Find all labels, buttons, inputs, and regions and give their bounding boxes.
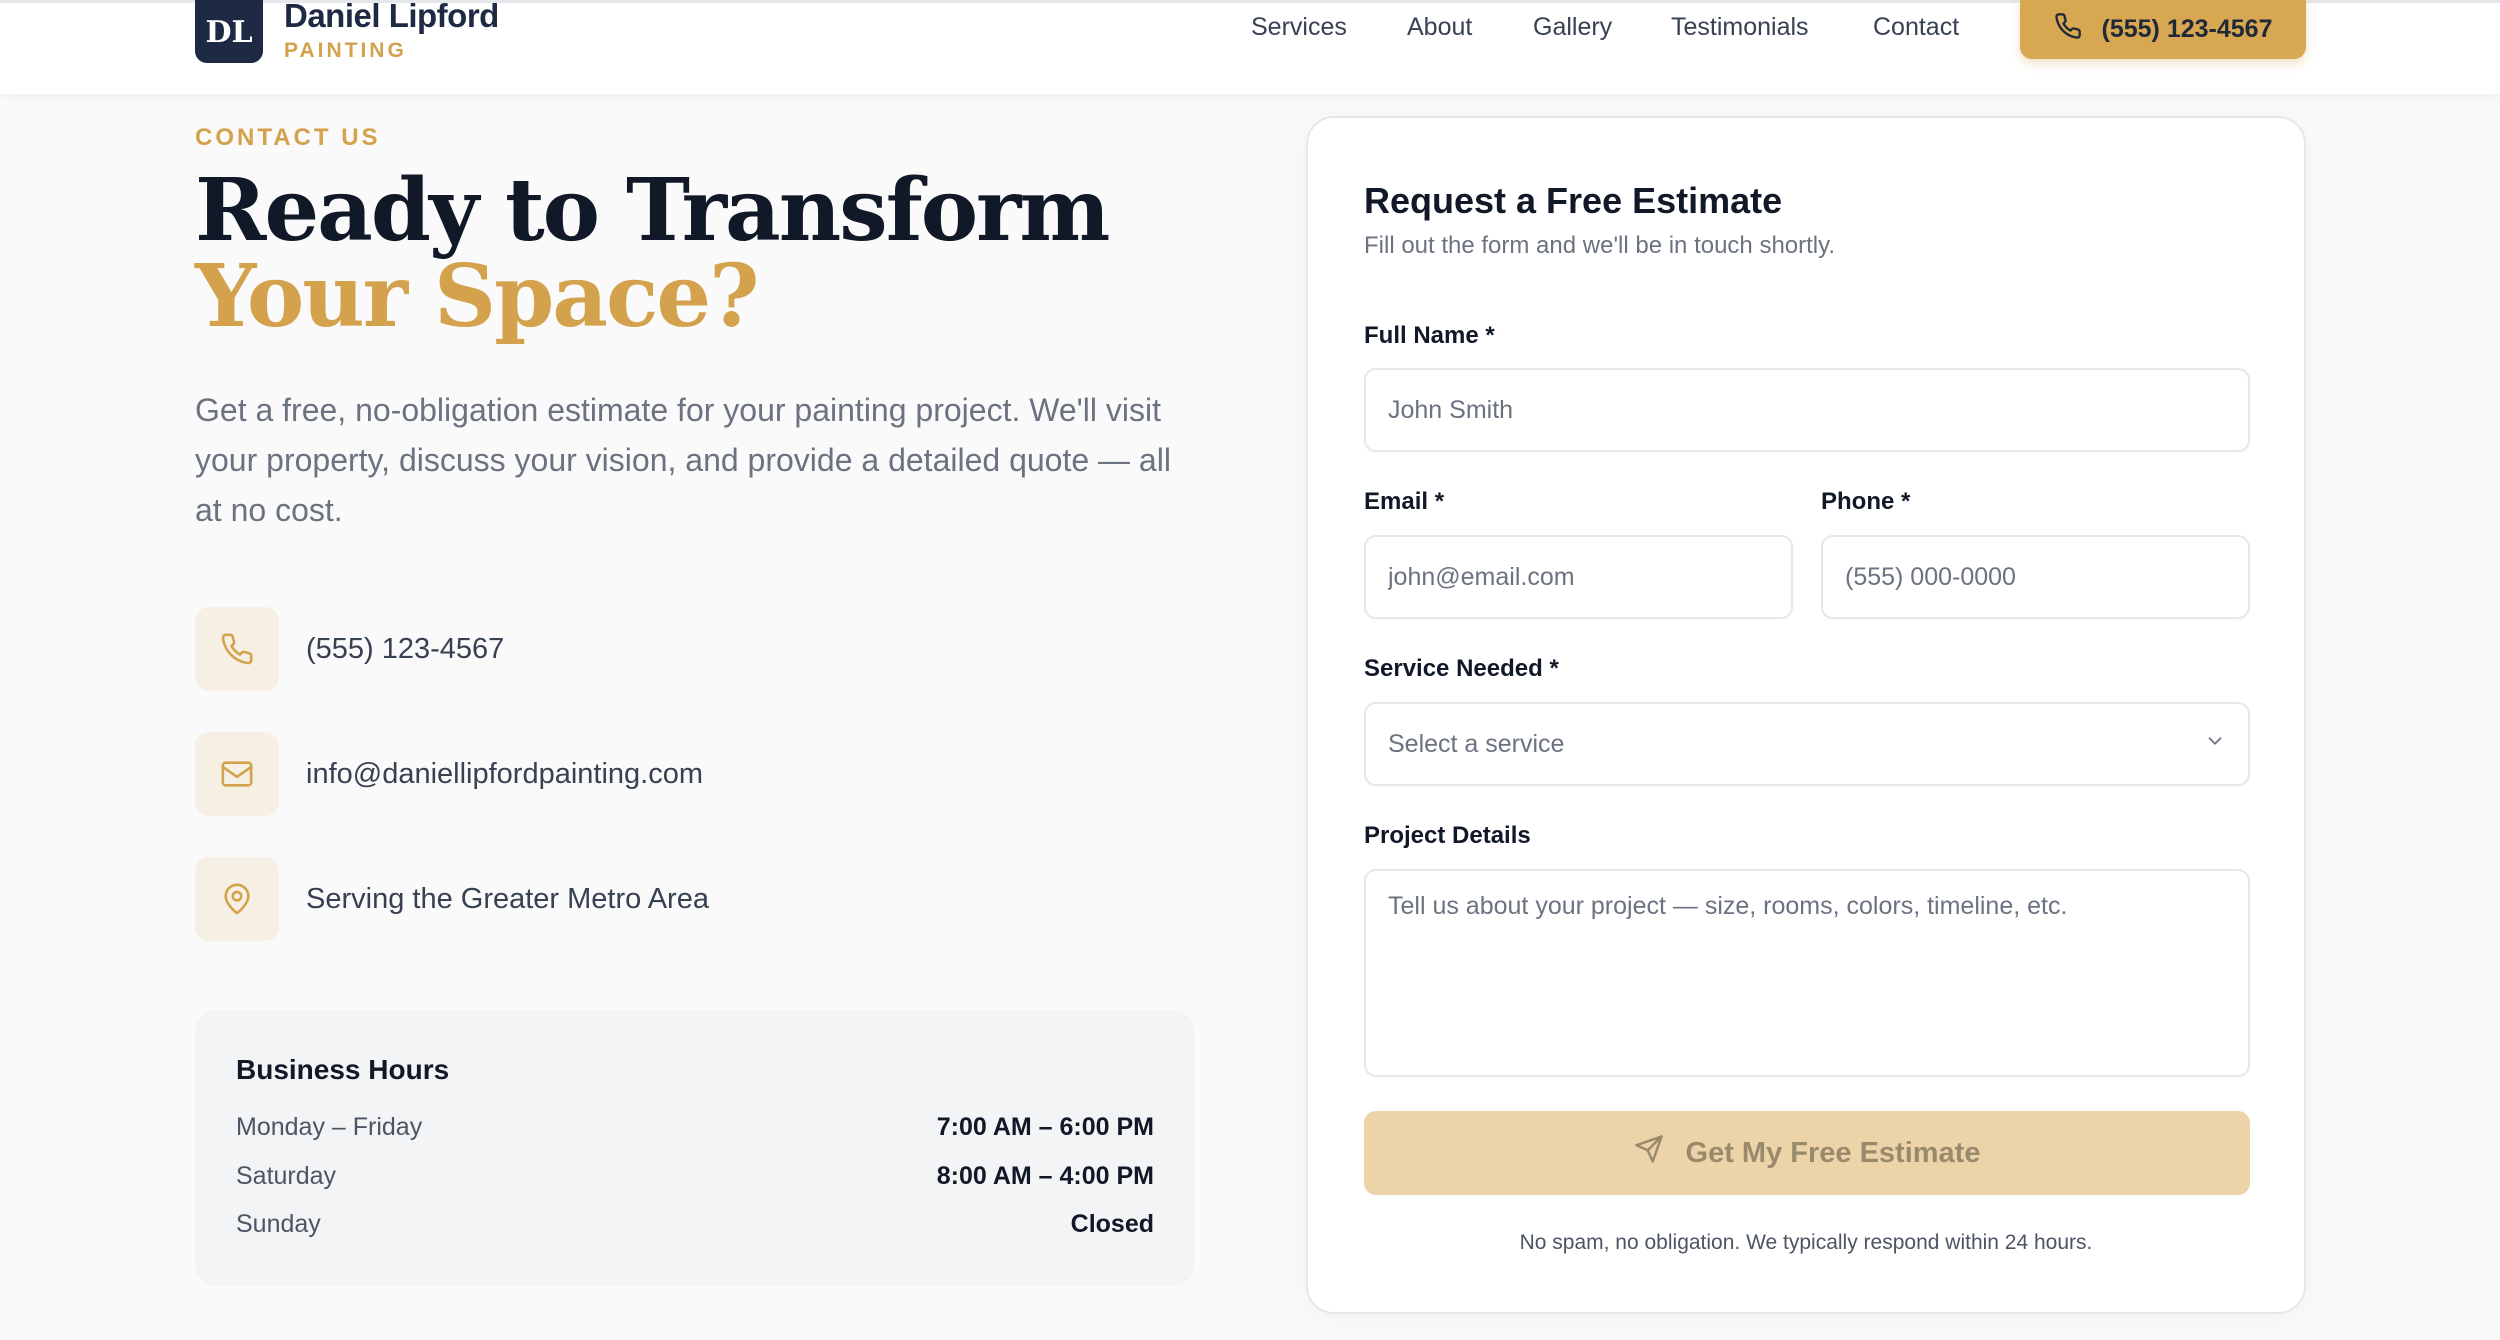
map-pin-icon: [195, 857, 279, 941]
contact-location: Serving the Greater Metro Area: [306, 882, 709, 915]
estimate-form-card: Request a Free Estimate Fill out the for…: [1306, 116, 2306, 1314]
submit-estimate-label: Get My Free Estimate: [1685, 1136, 1981, 1169]
hours-time: 8:00 AM – 4:00 PM: [936, 1162, 1154, 1190]
hours-row: Saturday 8:00 AM – 4:00 PM: [236, 1162, 1154, 1196]
section-eyebrow: CONTACT US: [195, 124, 381, 151]
hours-day: Sunday: [236, 1210, 321, 1238]
contact-email[interactable]: info@daniellipfordpainting.com: [306, 758, 703, 791]
business-hours-card: Business Hours Monday – Friday 7:00 AM –…: [195, 1010, 1195, 1286]
project-details-label: Project Details: [1364, 822, 1531, 849]
nav-link-gallery[interactable]: Gallery: [1533, 13, 1612, 43]
service-label: Service Needed *: [1364, 655, 1559, 682]
service-select-value: Select a service: [1388, 729, 1565, 758]
header-call-label: (555) 123-4567: [2101, 14, 2273, 43]
chevron-down-icon: [2204, 730, 2226, 759]
brand-name[interactable]: Daniel Lipford: [284, 0, 499, 35]
form-disclaimer: No spam, no obligation. We typically res…: [1519, 1231, 2093, 1254]
hero-title-accent: Your Space?: [195, 246, 759, 347]
phone-icon: [195, 607, 279, 691]
contact-email-row[interactable]: info@daniellipfordpainting.com: [195, 732, 1095, 816]
phone-label: Phone *: [1821, 488, 1911, 515]
contact-phone[interactable]: (555) 123-4567: [306, 633, 504, 666]
hours-day: Monday – Friday: [236, 1113, 423, 1141]
hours-row: Monday – Friday 7:00 AM – 6:00 PM: [236, 1113, 1154, 1147]
full-name-input[interactable]: [1364, 368, 2250, 452]
nav-link-testimonials[interactable]: Testimonials: [1671, 13, 1809, 43]
form-title: Request a Free Estimate: [1364, 180, 1783, 221]
hours-row: Sunday Closed: [236, 1210, 1154, 1244]
header-call-button[interactable]: (555) 123-4567: [2020, 0, 2306, 59]
hours-day: Saturday: [236, 1162, 337, 1190]
brand-tagline: PAINTING: [284, 39, 407, 62]
email-label: Email *: [1364, 488, 1445, 515]
hero-title: Ready to Transform Your Space?: [195, 168, 1215, 340]
project-details-textarea[interactable]: [1364, 869, 2250, 1077]
nav-link-services[interactable]: Services: [1251, 13, 1347, 43]
hours-time: Closed: [1070, 1210, 1154, 1238]
submit-estimate-button[interactable]: Get My Free Estimate: [1364, 1111, 2250, 1195]
send-icon: [1634, 1134, 1664, 1172]
phone-input[interactable]: [1821, 535, 2250, 619]
phone-icon: [2054, 12, 2082, 47]
hours-time: 7:00 AM – 6:00 PM: [936, 1113, 1154, 1141]
nav-link-contact[interactable]: Contact: [1873, 13, 1959, 43]
contact-location-row: Serving the Greater Metro Area: [195, 857, 1095, 941]
contact-phone-row[interactable]: (555) 123-4567: [195, 607, 1095, 691]
full-name-label: Full Name *: [1364, 322, 1495, 349]
business-hours-title: Business Hours: [236, 1054, 450, 1085]
form-subtitle: Fill out the form and we'll be in touch …: [1364, 232, 1836, 259]
logo-mark[interactable]: DL: [195, 0, 263, 63]
nav-link-about[interactable]: About: [1407, 13, 1472, 43]
hero-subtitle: Get a free, no-obligation estimate for y…: [195, 392, 1171, 528]
site-header: DL Daniel Lipford PAINTING Services Abou…: [0, 0, 2500, 94]
email-input[interactable]: [1364, 535, 1793, 619]
service-select[interactable]: Select a service: [1364, 702, 2250, 786]
mail-icon: [195, 732, 279, 816]
